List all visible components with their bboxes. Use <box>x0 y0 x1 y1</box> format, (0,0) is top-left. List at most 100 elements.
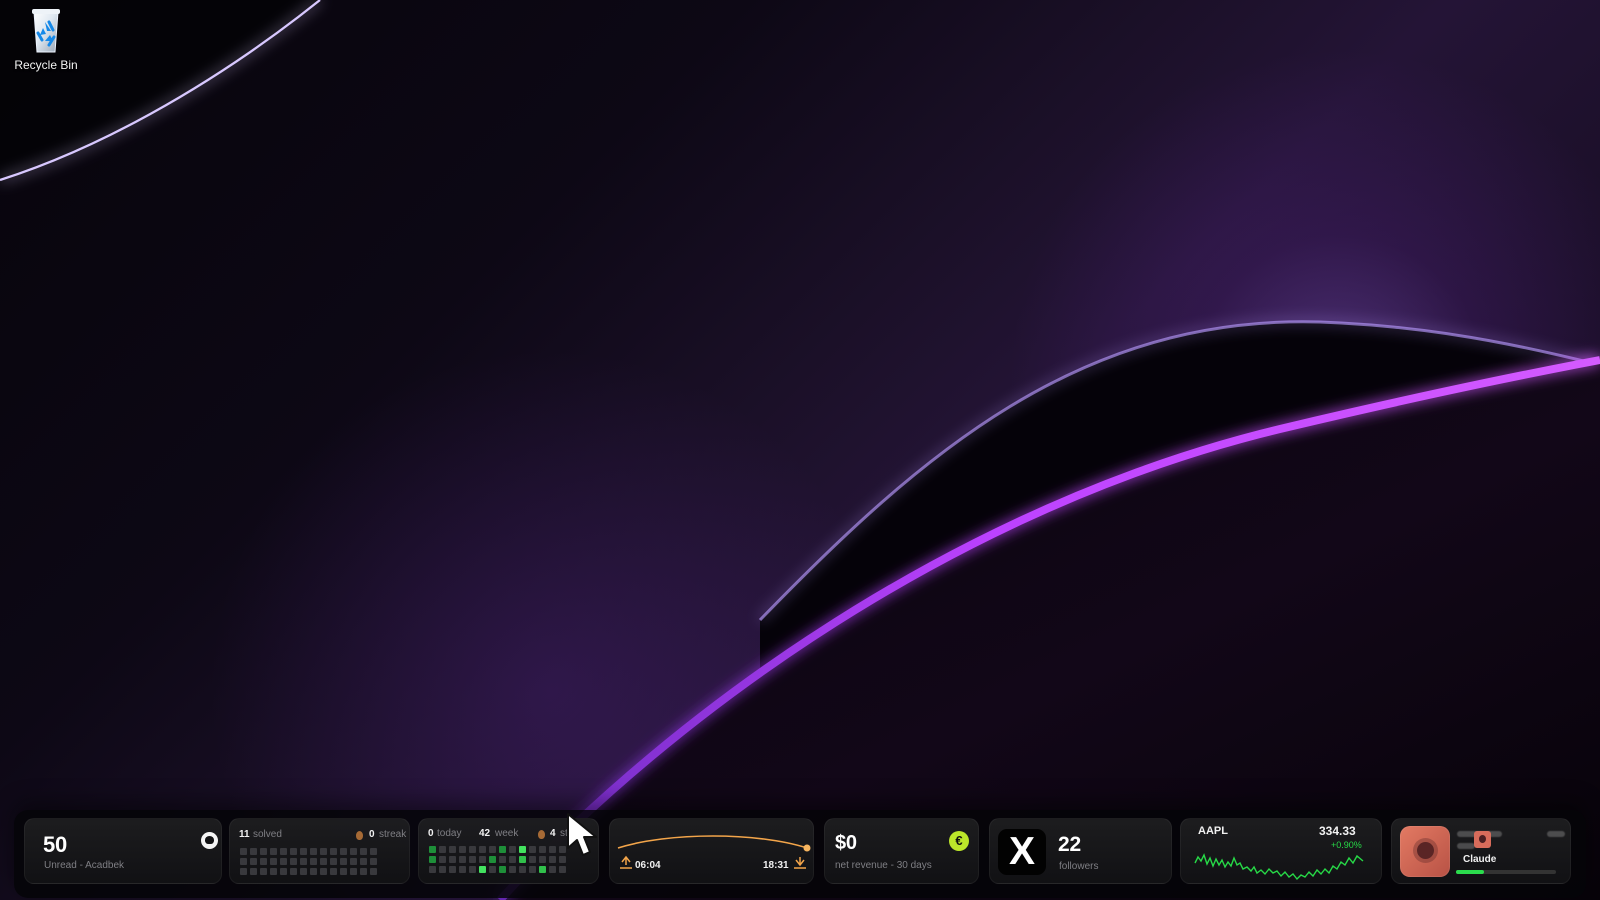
windows-desktop: Recycle Bin 50 Unread - Acadbek 11 solve… <box>0 0 1600 900</box>
grid-cell <box>370 848 377 855</box>
grid-cell <box>559 866 566 873</box>
sunset-time: 18:31 <box>763 860 789 871</box>
aapl-price-line <box>1194 853 1364 881</box>
purple-wave-wallpaper <box>0 0 1600 900</box>
leetcode-streak-number: 0 <box>369 829 375 840</box>
grid-cell <box>469 856 476 863</box>
grid-cell <box>439 866 446 873</box>
active-grid-cell <box>499 866 506 873</box>
grid-cell <box>240 868 247 875</box>
grid-cell <box>479 846 486 853</box>
grid-cell <box>449 856 456 863</box>
grid-cell <box>449 866 456 873</box>
grid-cell <box>240 858 247 865</box>
revenue-badge-icon: € <box>949 831 969 851</box>
habit-today-number: 0 <box>428 828 434 839</box>
grid-cell <box>280 868 287 875</box>
active-grid-cell <box>499 846 506 853</box>
leetcode-streak-label: streak <box>379 829 407 840</box>
claude-usage-meter <box>1456 870 1556 874</box>
x-followers-count: 22 <box>1058 833 1081 856</box>
claude-usage-meter-fill <box>1456 870 1484 874</box>
grid-cell <box>270 858 277 865</box>
grid-cell <box>539 846 546 853</box>
streak-flame-icon <box>356 831 363 840</box>
claude-app-tile[interactable] <box>1400 826 1450 877</box>
revenue-period-label: net revenue - 30 days <box>835 860 932 871</box>
x-followers-label: followers <box>1059 861 1099 872</box>
grid-cell <box>479 856 486 863</box>
grid-cell <box>370 868 377 875</box>
x-followers-widget[interactable]: X 22 followers <box>989 818 1172 884</box>
grid-cell <box>330 858 337 865</box>
sunset-icon <box>794 857 806 869</box>
grid-cell <box>290 868 297 875</box>
grid-cell <box>360 848 367 855</box>
grid-cell <box>449 846 456 853</box>
recycle-bin-shortcut[interactable]: Recycle Bin <box>8 6 84 78</box>
grid-cell <box>350 858 357 865</box>
stock-price: 334.33 <box>1319 824 1356 838</box>
grid-cell <box>250 848 257 855</box>
active-grid-cell <box>429 856 436 863</box>
github-unread-count: 50 <box>43 832 68 857</box>
stock-symbol: AAPL <box>1198 825 1228 837</box>
habit-week-label: week <box>495 828 519 839</box>
grid-cell <box>320 868 327 875</box>
x-logo-icon: X <box>998 829 1046 875</box>
sunrise-sunset-widget[interactable]: 06:04 18:31 <box>609 818 814 884</box>
active-grid-cell <box>429 846 436 853</box>
leetcode-solved-number: 11 <box>239 829 250 840</box>
grid-cell <box>439 856 446 863</box>
habit-streak-flame-icon <box>538 830 545 839</box>
blurred-claude-text-2 <box>1457 843 1475 849</box>
grid-cell <box>469 866 476 873</box>
grid-cell <box>330 868 337 875</box>
revenue-amount: $0 <box>835 832 857 854</box>
grid-cell <box>310 868 317 875</box>
sun-position-marker <box>803 844 811 852</box>
active-grid-cell <box>489 856 496 863</box>
grid-cell <box>310 848 317 855</box>
grid-cell <box>240 848 247 855</box>
grid-cell <box>270 868 277 875</box>
grid-cell <box>350 848 357 855</box>
stock-widget[interactable]: AAPL 334.33 +0.90% <box>1180 818 1382 884</box>
grid-cell <box>549 856 556 863</box>
grid-cell <box>529 856 536 863</box>
grid-cell <box>300 868 307 875</box>
grid-cell <box>300 848 307 855</box>
grid-cell <box>250 858 257 865</box>
habit-today-label: today <box>437 828 462 839</box>
claude-label: Claude <box>1463 854 1497 865</box>
github-subtitle: Unread - Acadbek <box>44 860 125 871</box>
grid-cell <box>439 846 446 853</box>
grid-cell <box>350 868 357 875</box>
grid-cell <box>290 848 297 855</box>
recycle-bin-label: Recycle Bin <box>14 58 78 72</box>
grid-cell <box>509 856 516 863</box>
grid-cell <box>280 858 287 865</box>
github-notifications-widget[interactable]: 50 Unread - Acadbek <box>24 818 222 884</box>
mouse-cursor-icon <box>567 813 597 856</box>
grid-cell <box>529 846 536 853</box>
active-grid-cell <box>479 866 486 873</box>
revenue-widget[interactable]: $0 net revenue - 30 days € <box>824 818 979 884</box>
grid-cell <box>360 858 367 865</box>
blurred-claude-text-3 <box>1547 831 1565 837</box>
habit-week-number: 42 <box>479 828 491 839</box>
grid-cell <box>300 858 307 865</box>
sun-arc-chart <box>617 835 811 869</box>
desktop-widget-bar: 50 Unread - Acadbek 11 solved 0 streak 0… <box>14 810 1586 898</box>
grid-cell <box>489 866 496 873</box>
grid-cell <box>320 858 327 865</box>
active-grid-cell <box>539 866 546 873</box>
grid-cell <box>290 858 297 865</box>
leetcode-widget[interactable]: 11 solved 0 streak <box>229 818 410 884</box>
grid-cell <box>330 848 337 855</box>
claude-usage-widget[interactable]: Claude <box>1391 818 1571 884</box>
grid-cell <box>509 846 516 853</box>
grid-cell <box>320 848 327 855</box>
grid-cell <box>539 856 546 863</box>
grid-cell <box>509 866 516 873</box>
